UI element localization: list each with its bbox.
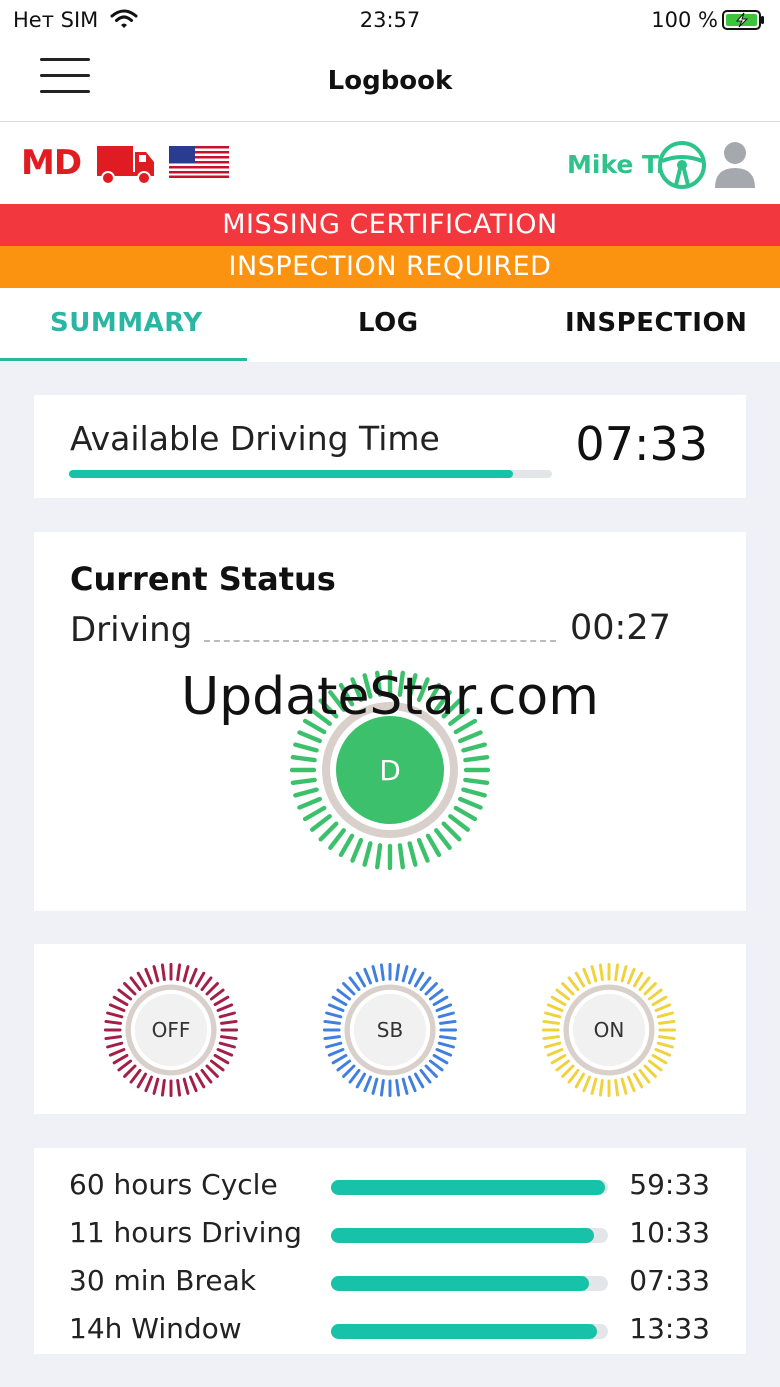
clock-row: 60 hours Cycle 59:33 xyxy=(34,1156,746,1204)
clock-value: 07:33 xyxy=(629,1264,710,1297)
clock-fill xyxy=(331,1324,597,1339)
battery-charging-icon xyxy=(722,10,764,30)
steering-wheel-icon[interactable] xyxy=(656,139,708,191)
clock-value: 10:33 xyxy=(629,1216,710,1249)
truck-icon[interactable] xyxy=(96,140,158,186)
available-driving-card: Available Driving Time 07:33 xyxy=(34,395,746,498)
clock-track xyxy=(331,1228,608,1243)
current-status-time: 00:27 xyxy=(570,608,671,648)
dial-label: ON xyxy=(594,1018,625,1042)
available-driving-fill xyxy=(69,470,514,478)
duty-status-buttons-card: OFF SB ON xyxy=(34,944,746,1114)
clock-name: 30 min Break xyxy=(69,1264,256,1297)
on-duty-button[interactable]: ON xyxy=(542,963,676,1097)
watermark: UpdateStar.com xyxy=(181,667,599,727)
clock-fill xyxy=(331,1180,606,1195)
available-driving-bar xyxy=(69,470,552,478)
clock-track xyxy=(331,1180,608,1195)
available-driving-label: Available Driving Time xyxy=(70,419,440,458)
dial-label: SB xyxy=(377,1018,403,1042)
clock-track xyxy=(331,1276,608,1291)
tab-summary[interactable]: SUMMARY xyxy=(50,308,203,338)
active-tab-indicator xyxy=(0,358,247,361)
off-duty-button[interactable]: OFF xyxy=(104,963,238,1097)
sleeper-berth-button[interactable]: SB xyxy=(323,963,457,1097)
clock-name: 11 hours Driving xyxy=(69,1216,302,1249)
clock-name: 14h Window xyxy=(69,1312,242,1345)
inspection-required-alert[interactable]: INSPECTION REQUIRED xyxy=(0,246,780,288)
status-dashed-divider xyxy=(204,640,556,642)
dial-label: D xyxy=(379,754,401,787)
clock-value: 59:33 xyxy=(629,1168,710,1201)
us-flag-icon[interactable] xyxy=(169,146,229,178)
clock-row: 14h Window 13:33 xyxy=(34,1300,746,1348)
clock-row: 11 hours Driving 10:33 xyxy=(34,1204,746,1252)
page-title: Logbook xyxy=(327,66,453,96)
hos-clocks-card: 60 hours Cycle 59:33 11 hours Driving 10… xyxy=(34,1148,746,1354)
person-icon[interactable] xyxy=(709,138,757,190)
nav-bar: Logbook xyxy=(0,40,780,122)
clock-row: 30 min Break 07:33 xyxy=(34,1252,746,1300)
available-driving-time: 07:33 xyxy=(575,417,708,471)
tab-bar: SUMMARY LOG INSPECTION xyxy=(0,288,780,362)
state-code: MD xyxy=(21,143,82,183)
clock-track xyxy=(331,1324,608,1339)
clock-fill xyxy=(331,1228,595,1243)
missing-certification-alert[interactable]: MISSING CERTIFICATION xyxy=(0,204,780,246)
battery-percent: 100 % xyxy=(651,8,718,32)
dial-label: OFF xyxy=(152,1018,191,1042)
current-status-heading: Current Status xyxy=(70,560,336,598)
clock-value: 13:33 xyxy=(629,1312,710,1345)
driver-name[interactable]: Mike T. xyxy=(567,150,665,179)
info-bar: MD Mike T. xyxy=(0,122,780,204)
clock-fill xyxy=(331,1276,589,1291)
status-bar: Нет SIM 23:57 100 % xyxy=(0,0,780,40)
tab-log[interactable]: LOG xyxy=(358,308,419,338)
tab-inspection[interactable]: INSPECTION xyxy=(565,308,747,338)
clock-name: 60 hours Cycle xyxy=(69,1168,278,1201)
current-status-state: Driving xyxy=(70,610,193,650)
